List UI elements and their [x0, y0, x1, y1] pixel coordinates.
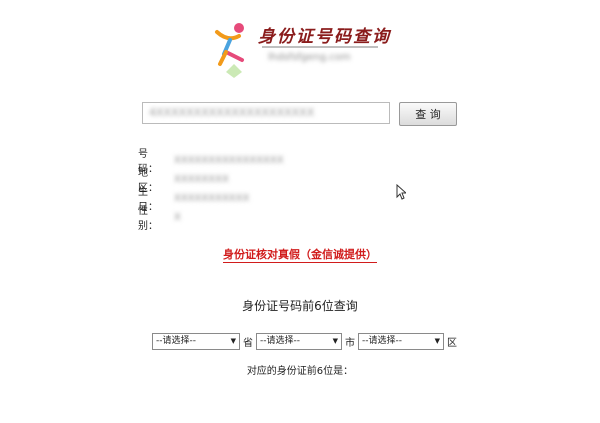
- province-select-value: --请选择--: [156, 336, 196, 346]
- verify-link-wrap: 身份证核对真假（金信诚提供）: [0, 246, 600, 263]
- dropdown-arrow-icon: ▼: [332, 337, 338, 345]
- city-select[interactable]: --请选择-- ▼: [256, 333, 342, 350]
- id-number-input[interactable]: 4XXXXXXXXXXXXXXXXXXXXX: [142, 102, 390, 124]
- prefix-result-label: 对应的身份证前6位是：: [246, 366, 354, 377]
- district-unit: 区: [447, 338, 457, 349]
- query-button[interactable]: 查 询: [399, 102, 457, 126]
- info-row-gender: 性 别： X: [138, 202, 181, 232]
- city-select-value: --请选择--: [260, 336, 300, 346]
- info-value: X: [174, 211, 181, 223]
- city-unit: 市: [345, 338, 355, 349]
- province-select[interactable]: --请选择-- ▼: [152, 333, 240, 350]
- dropdown-arrow-icon: ▼: [434, 337, 440, 345]
- mouse-cursor-icon: [396, 184, 406, 200]
- brand-divider: [262, 46, 378, 48]
- prefix-query-title: 身份证号码前6位查询: [242, 299, 358, 313]
- brand-title: 身份证号码查询: [258, 27, 391, 47]
- verify-authenticity-link[interactable]: 身份证核对真假（金信诚提供）: [223, 248, 377, 263]
- province-unit: 省: [243, 338, 253, 349]
- brand-subtitle: lhdsfsfgeng.com: [268, 52, 351, 63]
- info-label: 性 别：: [138, 206, 158, 232]
- info-value: XXXXXXXXXXX: [174, 192, 250, 204]
- district-select[interactable]: --请选择-- ▼: [358, 333, 444, 350]
- district-select-value: --请选择--: [362, 336, 402, 346]
- logo-icon: [215, 23, 244, 78]
- id-number-input-value: 4XXXXXXXXXXXXXXXXXXXXX: [149, 106, 315, 119]
- region-selectors: --请选择-- ▼ 省 --请选择-- ▼ 市 --请选择-- ▼ 区: [152, 333, 460, 350]
- dropdown-arrow-icon: ▼: [230, 337, 236, 345]
